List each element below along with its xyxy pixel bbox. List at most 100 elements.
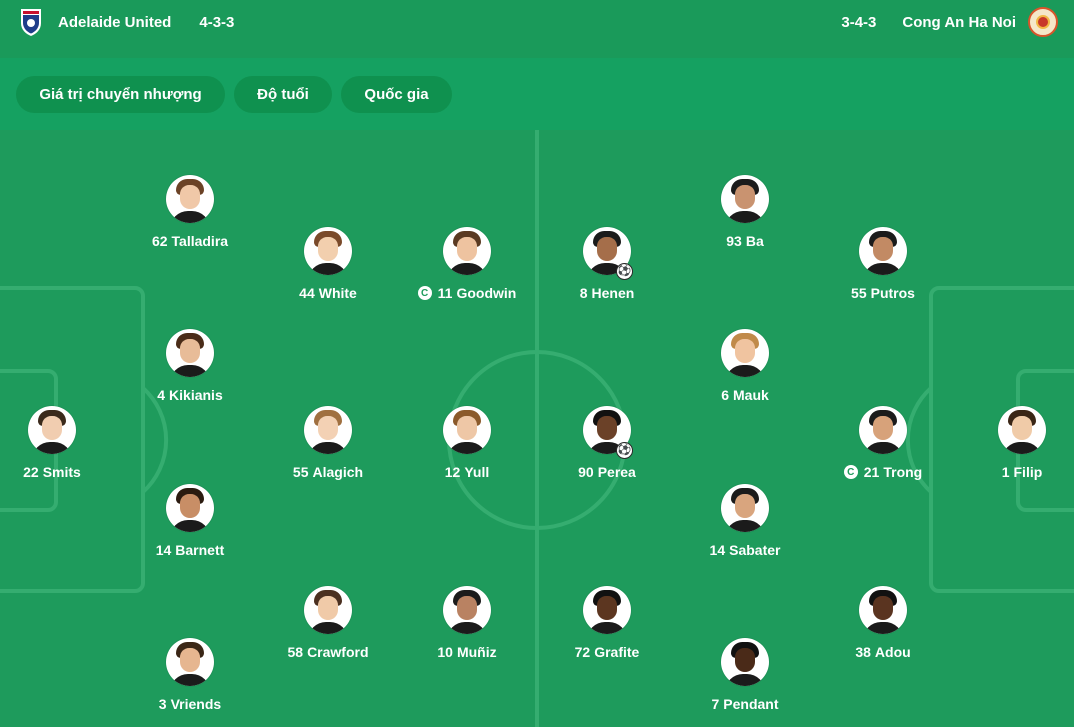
player-avatar[interactable]	[583, 586, 631, 634]
player-name: Sabater	[729, 542, 781, 558]
player-label: 7 Pendant	[711, 696, 778, 712]
player-avatar[interactable]	[443, 406, 491, 454]
home-player-vriends[interactable]: 3 Vriends	[110, 638, 270, 712]
player-label: 72 Grafite	[575, 644, 640, 660]
away-player-putros[interactable]: 55 Putros	[803, 227, 963, 301]
player-label: 14 Sabater	[710, 542, 781, 558]
player-number: 4	[157, 387, 166, 403]
home-player-barnett[interactable]: 14 Barnett	[110, 484, 270, 558]
player-label: C 21 Trong	[843, 464, 923, 480]
home-player-kikianis[interactable]: 4 Kikianis	[110, 329, 270, 403]
player-number: 55	[292, 464, 309, 480]
away-team[interactable]: 3-4-3 Cong An Ha Noi	[841, 0, 1058, 44]
player-avatar[interactable]	[166, 175, 214, 223]
player-label: 14 Barnett	[156, 542, 225, 558]
player-label: 62 Talladira	[152, 233, 228, 249]
home-player-yull[interactable]: 12 Yull	[387, 406, 547, 480]
away-player-henen[interactable]: ⚽ 8 Henen	[527, 227, 687, 301]
player-avatar[interactable]	[721, 175, 769, 223]
player-label: 12 Yull	[445, 464, 489, 480]
match-header: Adelaide United 4-3-3 3-4-3 Cong An Ha N…	[0, 0, 1074, 59]
player-name: Pendant	[723, 696, 779, 712]
home-player-white[interactable]: 44 White	[248, 227, 408, 301]
player-avatar[interactable]	[443, 227, 491, 275]
away-team-name: Cong An Ha Noi	[902, 13, 1016, 31]
player-number: 72	[574, 644, 591, 660]
away-player-ba[interactable]: 93 Ba	[665, 175, 825, 249]
player-avatar[interactable]	[859, 586, 907, 634]
player-avatar[interactable]	[304, 406, 352, 454]
player-avatar[interactable]	[166, 484, 214, 532]
player-label: 4 Kikianis	[157, 387, 223, 403]
stat-tabs: Giá trị chuyển nhượng Độ tuổi Quốc gia	[0, 58, 1074, 130]
away-player-perea[interactable]: ⚽ 90 Perea	[527, 406, 687, 480]
tab-country[interactable]: Quốc gia	[341, 76, 452, 113]
player-name: Grafite	[594, 644, 640, 660]
away-player-filip[interactable]: 1 Filip	[942, 406, 1074, 480]
player-avatar[interactable]	[721, 329, 769, 377]
player-name: Goodwin	[456, 285, 517, 301]
tab-transfer-value[interactable]: Giá trị chuyển nhượng	[16, 76, 225, 113]
player-number: 38	[855, 644, 871, 660]
away-formation: 3-4-3	[841, 13, 877, 31]
player-number: 11	[437, 285, 453, 301]
player-number: 3	[158, 696, 167, 712]
home-team-name: Adelaide United	[58, 13, 172, 31]
player-name: Muñiz	[456, 644, 497, 660]
away-player-sabater[interactable]: 14 Sabater	[665, 484, 825, 558]
player-avatar[interactable]	[859, 227, 907, 275]
player-avatar[interactable]	[859, 406, 907, 454]
home-player-crawford[interactable]: 58 Crawford	[248, 586, 408, 660]
player-label: 1 Filip	[1002, 464, 1043, 480]
player-avatar[interactable]	[304, 227, 352, 275]
player-number: 44	[299, 285, 315, 301]
away-player-trong[interactable]: C 21 Trong	[803, 406, 963, 480]
player-label: 58 Crawford	[287, 644, 368, 660]
player-avatar[interactable]	[721, 484, 769, 532]
player-name: Crawford	[307, 644, 369, 660]
away-player-pendant[interactable]: 7 Pendant	[665, 638, 825, 712]
captain-icon: C	[843, 465, 858, 479]
away-player-mauk[interactable]: 6 Mauk	[665, 329, 825, 403]
player-avatar[interactable]	[166, 329, 214, 377]
player-label: 44 White	[299, 285, 357, 301]
player-label: 3 Vriends	[159, 696, 221, 712]
player-number: 55	[851, 285, 867, 301]
player-name: Adou	[874, 644, 911, 660]
player-name: Ba	[745, 233, 764, 249]
home-player-smits[interactable]: 22 Smits	[0, 406, 132, 480]
captain-icon: C	[417, 286, 432, 300]
player-number: 21	[863, 464, 880, 480]
player-avatar[interactable]	[28, 406, 76, 454]
player-label: 22 Smits	[23, 464, 81, 480]
player-name: Trong	[883, 464, 923, 480]
home-player-goodwin[interactable]: C 11 Goodwin	[387, 227, 547, 301]
home-player-muniz[interactable]: 10 Muñiz	[387, 586, 547, 660]
player-name: Yull	[464, 464, 490, 480]
lineup-pitch: 62 Talladira 44 White C 11 Goodwin 4 Kikianis 22 S…	[0, 130, 1074, 727]
adelaide-united-badge-icon	[16, 7, 46, 37]
home-player-alagich[interactable]: 55 Alagich	[248, 406, 408, 480]
player-name: Smits	[42, 464, 81, 480]
player-label: 10 Muñiz	[437, 644, 496, 660]
goal-ball-icon: ⚽	[616, 263, 633, 280]
away-player-adou[interactable]: 38 Adou	[803, 586, 963, 660]
player-label: 8 Henen	[580, 285, 635, 301]
player-avatar[interactable]	[721, 638, 769, 686]
home-team[interactable]: Adelaide United 4-3-3	[16, 0, 234, 44]
player-number: 62	[151, 233, 168, 249]
player-avatar[interactable]	[998, 406, 1046, 454]
home-player-talladira[interactable]: 62 Talladira	[110, 175, 270, 249]
player-number: 14	[709, 542, 726, 558]
player-label: 55 Alagich	[293, 464, 363, 480]
player-number: 7	[711, 696, 720, 712]
player-number: 12	[444, 464, 461, 480]
player-avatar[interactable]	[443, 586, 491, 634]
away-player-grafite[interactable]: 72 Grafite	[527, 586, 687, 660]
player-name: White	[318, 285, 357, 301]
player-label: C 11 Goodwin	[417, 285, 517, 301]
player-avatar[interactable]	[304, 586, 352, 634]
tab-age[interactable]: Độ tuổi	[234, 76, 332, 113]
player-name: Mauk	[733, 387, 769, 403]
player-avatar[interactable]	[166, 638, 214, 686]
